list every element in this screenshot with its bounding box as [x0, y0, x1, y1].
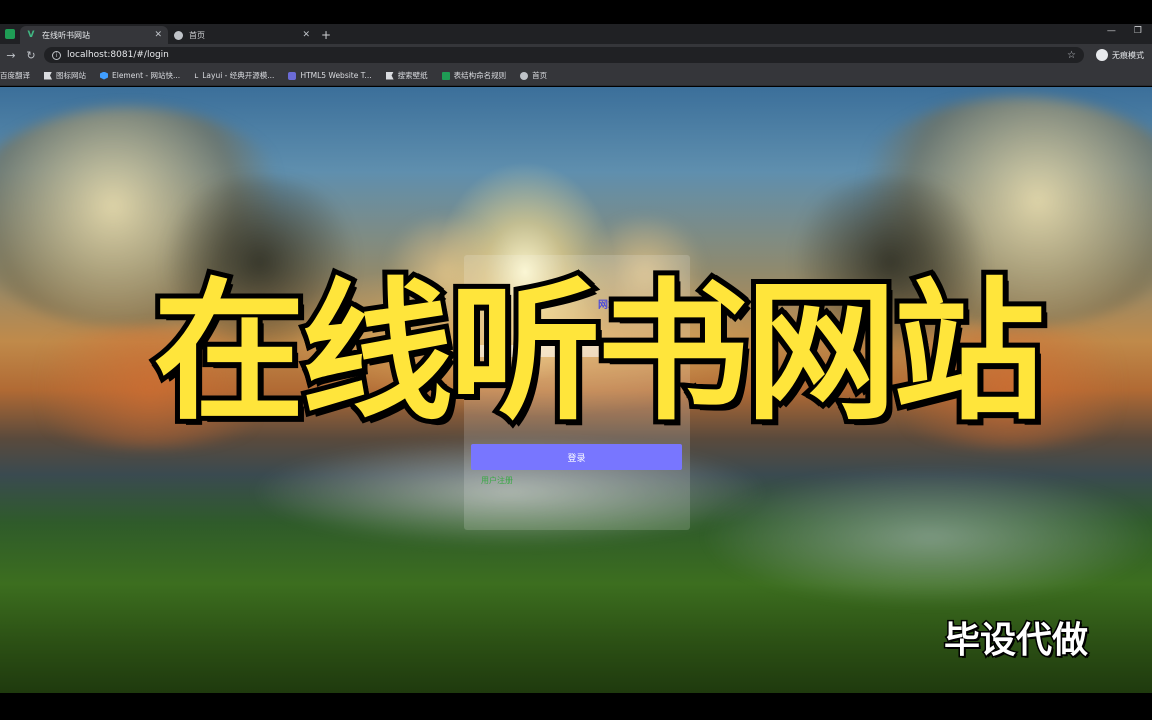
doc-icon — [441, 71, 450, 80]
window-controls: — ❐ — [1107, 26, 1142, 36]
pinned-tab[interactable] — [0, 24, 20, 44]
info-icon[interactable]: i — [52, 50, 61, 60]
bookmark-item[interactable]: 百度翻译 — [0, 70, 30, 81]
restore-icon[interactable]: ❐ — [1134, 26, 1142, 36]
close-icon[interactable]: ✕ — [302, 30, 310, 40]
address-url: localhost:8081/#/login — [67, 50, 169, 60]
html5-icon — [288, 71, 297, 80]
bookmark-item[interactable]: 表结构命名规则 — [441, 70, 506, 81]
login-button[interactable]: 登录 — [471, 444, 682, 470]
star-icon[interactable]: ☆ — [1067, 50, 1076, 61]
tab-label: 首页 — [189, 30, 205, 40]
app-icon — [5, 29, 15, 39]
register-link[interactable]: 用户注册 — [481, 475, 513, 486]
minimize-icon[interactable]: — — [1107, 26, 1116, 36]
new-tab-button[interactable]: + — [316, 26, 336, 44]
bookmark-item[interactable]: Element - 网站快... — [100, 70, 180, 81]
bookmark-item[interactable]: 图标网站 — [44, 70, 86, 81]
screen-frame: V 在线听书网站 ✕ 首页 ✕ + — ❐ → ↻ i localhost:80… — [0, 0, 1152, 720]
globe-icon — [520, 71, 529, 80]
overlay-watermark: 毕设代做 — [942, 619, 1089, 663]
tab-home[interactable]: 首页 ✕ — [168, 26, 316, 44]
cloud — [700, 467, 1152, 607]
layui-icon: ʟ — [194, 71, 199, 80]
tab-login[interactable]: V 在线听书网站 ✕ — [20, 26, 168, 44]
bookmarks-bar: 百度翻译 图标网站 Element - 网站快... ʟ Layui - 经典开源… — [0, 66, 1152, 86]
address-bar[interactable]: i localhost:8081/#/login ☆ — [44, 47, 1084, 63]
flag-icon — [44, 71, 52, 80]
bookmark-item[interactable]: 首页 — [520, 70, 547, 81]
element-icon — [100, 71, 108, 80]
incognito-icon — [1096, 49, 1108, 61]
overlay-headline: 在线听书网站 — [148, 264, 1050, 441]
bookmark-item[interactable]: 搜索壁纸 — [385, 70, 428, 81]
back-icon[interactable]: → — [4, 48, 18, 62]
bookmark-item[interactable]: HTML5 Website T... — [288, 71, 372, 80]
reload-icon[interactable]: ↻ — [24, 48, 38, 62]
tab-label: 在线听书网站 — [42, 30, 90, 40]
wallpaper-icon — [385, 71, 394, 80]
vue-icon: V — [27, 30, 35, 40]
browser-toolbar: → ↻ i localhost:8081/#/login ☆ 无痕模式 — [0, 44, 1152, 66]
profile-button[interactable]: 无痕模式 — [1096, 49, 1148, 61]
bookmark-item[interactable]: ʟ Layui - 经典开源模... — [194, 70, 274, 81]
globe-icon — [174, 30, 183, 40]
profile-label: 无痕模式 — [1112, 50, 1144, 60]
tab-strip: V 在线听书网站 ✕ 首页 ✕ + — ❐ — [0, 24, 1152, 44]
close-icon[interactable]: ✕ — [154, 30, 162, 40]
